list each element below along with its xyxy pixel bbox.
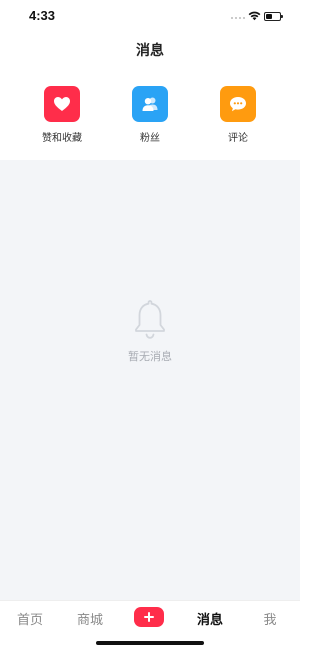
battery-level	[266, 14, 272, 19]
comment-icon	[220, 86, 256, 122]
signal-dots-icon	[231, 17, 245, 20]
heart-icon	[44, 86, 80, 122]
category-comments[interactable]: 评论	[198, 86, 278, 144]
category-label: 评论	[228, 133, 248, 144]
home-indicator	[96, 641, 204, 645]
tab-messages[interactable]: 消息	[180, 609, 240, 628]
category-fans[interactable]: 粉丝	[110, 86, 190, 144]
message-categories: 赞和收藏 粉丝 评论	[0, 68, 300, 160]
category-label: 粉丝	[140, 133, 160, 144]
tab-home[interactable]: 首页	[0, 609, 60, 628]
users-icon	[132, 86, 168, 122]
wifi-icon	[248, 11, 261, 21]
status-time: 4:33	[29, 8, 56, 23]
messages-screen: 4:33 消息 赞和收藏 粉丝 评论 暂无消息 首页 商城 消息 我	[0, 0, 300, 649]
page-title: 消息	[136, 43, 164, 59]
category-likes-and-favorites[interactable]: 赞和收藏	[22, 86, 102, 144]
tab-me[interactable]: 我	[240, 609, 300, 628]
publish-button[interactable]	[134, 607, 164, 627]
category-label: 赞和收藏	[42, 133, 82, 144]
status-bar: 4:33	[0, 0, 300, 32]
empty-state-text: 暂无消息	[128, 350, 172, 363]
tab-mall[interactable]: 商城	[60, 609, 120, 628]
empty-state: 暂无消息	[0, 298, 300, 364]
battery-icon	[264, 12, 283, 21]
nav-header: 消息	[0, 32, 300, 68]
plus-icon	[144, 612, 154, 622]
bell-icon	[135, 300, 165, 339]
